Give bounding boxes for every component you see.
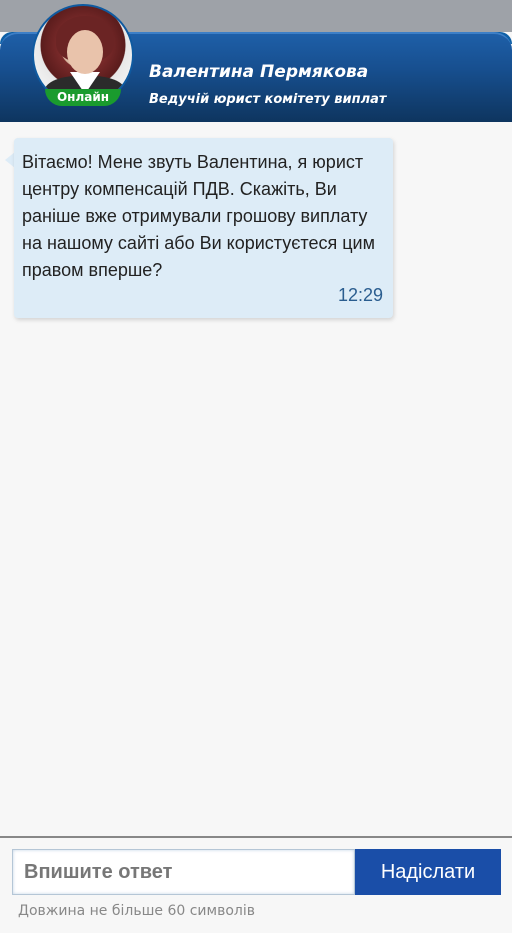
composer: Впишите ответ Надіслати Довжина не більш… [0,836,512,933]
agent-name: Валентина Пермякова [149,62,369,82]
answer-input[interactable]: Впишите ответ [12,849,355,895]
online-status-badge: Онлайн [45,89,121,106]
avatar-face [67,30,103,74]
agent-role: Ведучій юрист комітету виплат [149,92,387,107]
message-bubble: Вітаємо! Мене звуть Валентина, я юрист ц… [14,138,393,318]
length-hint: Довжина не більше 60 символів [18,903,255,919]
message-text: Вітаємо! Мене звуть Валентина, я юрист ц… [22,152,375,280]
message-time: 12:29 [337,285,383,305]
send-button[interactable]: Надіслати [355,849,501,895]
chat-area: Вітаємо! Мене звуть Валентина, я юрист ц… [0,122,512,836]
